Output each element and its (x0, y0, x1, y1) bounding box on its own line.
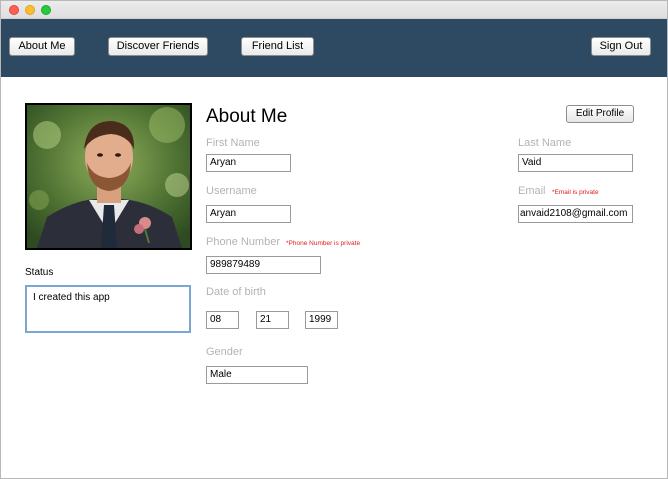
app-window: About Me Discover Friends Friend List Si… (0, 0, 668, 479)
page-title: About Me (206, 106, 288, 127)
date-of-birth-label: Date of birth (206, 286, 266, 298)
last-name-field[interactable]: Vaid (518, 154, 633, 172)
edit-profile-button[interactable]: Edit Profile (566, 105, 634, 123)
phone-private-note: *Phone Number is private (286, 240, 361, 247)
first-name-label: First Name (206, 137, 260, 149)
close-window-button[interactable] (9, 5, 19, 15)
nav-bar: About Me Discover Friends Friend List Si… (1, 19, 667, 77)
friend-list-button[interactable]: Friend List (241, 37, 314, 56)
profile-photo (25, 103, 192, 250)
phone-number-label: Phone Number (206, 236, 280, 248)
dob-month-field[interactable]: 08 (206, 311, 239, 329)
status-text: I created this app (33, 292, 110, 303)
last-name-label: Last Name (518, 137, 572, 149)
profile-photo-image (27, 105, 190, 248)
sign-out-button[interactable]: Sign Out (591, 37, 651, 56)
email-private-note: *Email is private (552, 189, 599, 196)
minimize-window-button[interactable] (25, 5, 35, 15)
email-field[interactable]: anvaid2108@gmail.com (518, 205, 633, 223)
gender-label: Gender (206, 346, 243, 358)
username-field[interactable]: Aryan (206, 205, 291, 223)
phone-number-field[interactable]: 989879489 (206, 256, 321, 274)
dob-day-field[interactable]: 21 (256, 311, 289, 329)
status-label: Status (25, 267, 54, 278)
about-me-button[interactable]: About Me (9, 37, 75, 56)
dob-year-field[interactable]: 1999 (305, 311, 338, 329)
discover-friends-button[interactable]: Discover Friends (108, 37, 208, 56)
gender-field[interactable]: Male (206, 366, 308, 384)
title-bar (1, 1, 667, 19)
status-textarea[interactable]: I created this app (25, 285, 191, 333)
username-label: Username (206, 185, 257, 197)
zoom-window-button[interactable] (41, 5, 51, 15)
first-name-field[interactable]: Aryan (206, 154, 291, 172)
email-label: Email (518, 185, 546, 197)
